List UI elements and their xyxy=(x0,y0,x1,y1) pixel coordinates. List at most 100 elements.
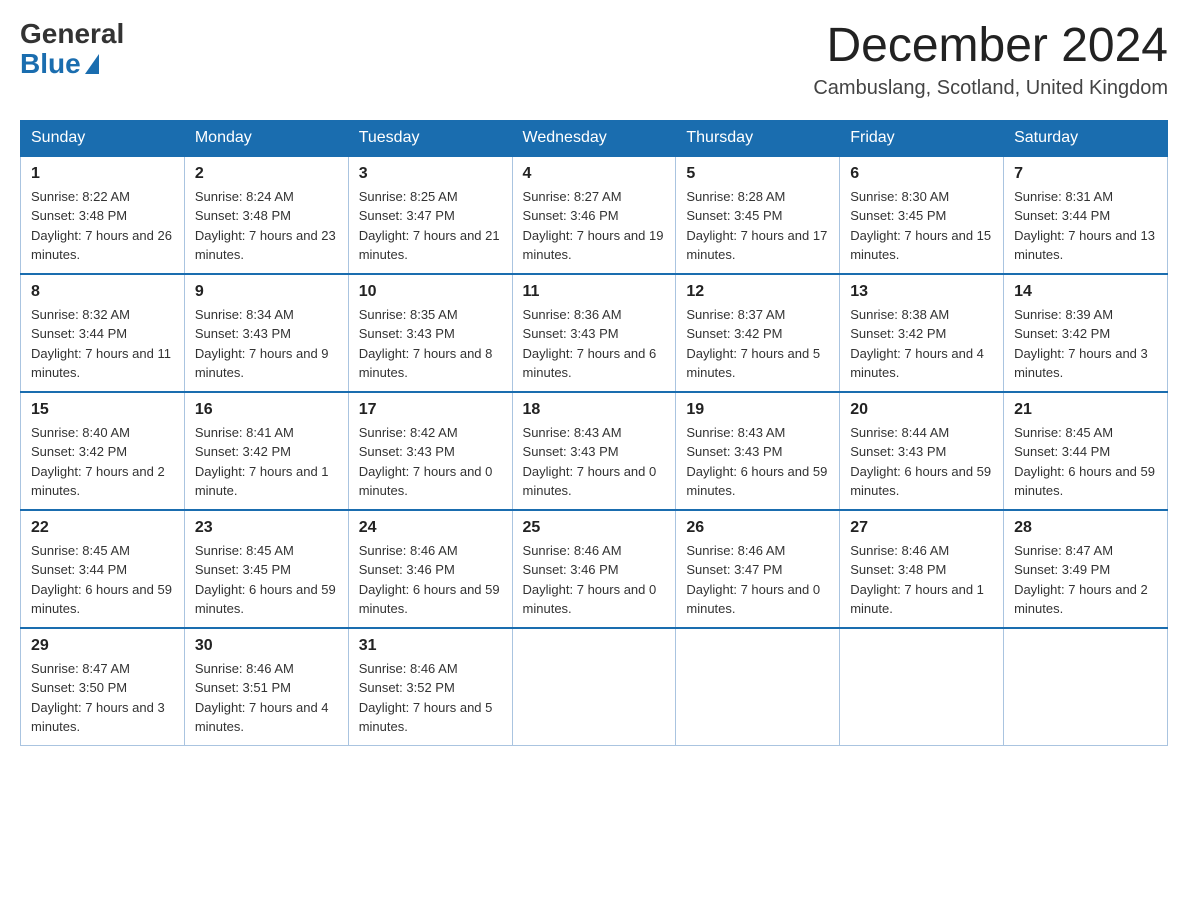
day-info: Sunrise: 8:42 AMSunset: 3:43 PMDaylight:… xyxy=(359,423,502,501)
calendar-week-1: 1 Sunrise: 8:22 AMSunset: 3:48 PMDayligh… xyxy=(21,156,1168,274)
day-info: Sunrise: 8:31 AMSunset: 3:44 PMDaylight:… xyxy=(1014,187,1157,265)
calendar-cell: 17 Sunrise: 8:42 AMSunset: 3:43 PMDaylig… xyxy=(348,392,512,510)
day-info: Sunrise: 8:47 AMSunset: 3:49 PMDaylight:… xyxy=(1014,541,1157,619)
calendar-cell: 15 Sunrise: 8:40 AMSunset: 3:42 PMDaylig… xyxy=(21,392,185,510)
calendar-cell: 29 Sunrise: 8:47 AMSunset: 3:50 PMDaylig… xyxy=(21,628,185,746)
calendar-cell: 11 Sunrise: 8:36 AMSunset: 3:43 PMDaylig… xyxy=(512,274,676,392)
day-number: 21 xyxy=(1014,401,1157,419)
day-number: 23 xyxy=(195,519,338,537)
col-saturday: Saturday xyxy=(1004,120,1168,156)
title-section: December 2024 Cambuslang, Scotland, Unit… xyxy=(813,20,1168,100)
day-info: Sunrise: 8:40 AMSunset: 3:42 PMDaylight:… xyxy=(31,423,174,501)
calendar-cell xyxy=(840,628,1004,746)
logo-triangle-icon xyxy=(85,54,99,74)
calendar-cell: 5 Sunrise: 8:28 AMSunset: 3:45 PMDayligh… xyxy=(676,156,840,274)
day-number: 19 xyxy=(686,401,829,419)
col-tuesday: Tuesday xyxy=(348,120,512,156)
day-info: Sunrise: 8:46 AMSunset: 3:52 PMDaylight:… xyxy=(359,659,502,737)
calendar-week-4: 22 Sunrise: 8:45 AMSunset: 3:44 PMDaylig… xyxy=(21,510,1168,628)
calendar-cell: 21 Sunrise: 8:45 AMSunset: 3:44 PMDaylig… xyxy=(1004,392,1168,510)
day-info: Sunrise: 8:45 AMSunset: 3:44 PMDaylight:… xyxy=(31,541,174,619)
day-number: 18 xyxy=(523,401,666,419)
calendar-cell: 18 Sunrise: 8:43 AMSunset: 3:43 PMDaylig… xyxy=(512,392,676,510)
calendar-cell: 9 Sunrise: 8:34 AMSunset: 3:43 PMDayligh… xyxy=(184,274,348,392)
day-number: 13 xyxy=(850,283,993,301)
day-info: Sunrise: 8:46 AMSunset: 3:46 PMDaylight:… xyxy=(359,541,502,619)
day-info: Sunrise: 8:37 AMSunset: 3:42 PMDaylight:… xyxy=(686,305,829,383)
calendar-table: Sunday Monday Tuesday Wednesday Thursday… xyxy=(20,120,1168,746)
day-info: Sunrise: 8:36 AMSunset: 3:43 PMDaylight:… xyxy=(523,305,666,383)
day-info: Sunrise: 8:38 AMSunset: 3:42 PMDaylight:… xyxy=(850,305,993,383)
day-info: Sunrise: 8:46 AMSunset: 3:51 PMDaylight:… xyxy=(195,659,338,737)
day-info: Sunrise: 8:46 AMSunset: 3:46 PMDaylight:… xyxy=(523,541,666,619)
day-number: 2 xyxy=(195,165,338,183)
day-info: Sunrise: 8:32 AMSunset: 3:44 PMDaylight:… xyxy=(31,305,174,383)
day-number: 27 xyxy=(850,519,993,537)
logo-general-text: General xyxy=(20,20,124,48)
day-number: 17 xyxy=(359,401,502,419)
day-number: 26 xyxy=(686,519,829,537)
location-text: Cambuslang, Scotland, United Kingdom xyxy=(813,77,1168,100)
logo: General Blue xyxy=(20,20,124,80)
day-number: 4 xyxy=(523,165,666,183)
day-info: Sunrise: 8:35 AMSunset: 3:43 PMDaylight:… xyxy=(359,305,502,383)
calendar-week-5: 29 Sunrise: 8:47 AMSunset: 3:50 PMDaylig… xyxy=(21,628,1168,746)
day-number: 3 xyxy=(359,165,502,183)
calendar-cell: 31 Sunrise: 8:46 AMSunset: 3:52 PMDaylig… xyxy=(348,628,512,746)
day-number: 30 xyxy=(195,637,338,655)
day-info: Sunrise: 8:25 AMSunset: 3:47 PMDaylight:… xyxy=(359,187,502,265)
day-info: Sunrise: 8:45 AMSunset: 3:44 PMDaylight:… xyxy=(1014,423,1157,501)
day-number: 31 xyxy=(359,637,502,655)
day-number: 7 xyxy=(1014,165,1157,183)
calendar-header: Sunday Monday Tuesday Wednesday Thursday… xyxy=(21,120,1168,156)
day-number: 12 xyxy=(686,283,829,301)
day-number: 15 xyxy=(31,401,174,419)
day-number: 6 xyxy=(850,165,993,183)
day-number: 10 xyxy=(359,283,502,301)
calendar-cell: 2 Sunrise: 8:24 AMSunset: 3:48 PMDayligh… xyxy=(184,156,348,274)
day-info: Sunrise: 8:30 AMSunset: 3:45 PMDaylight:… xyxy=(850,187,993,265)
day-info: Sunrise: 8:43 AMSunset: 3:43 PMDaylight:… xyxy=(523,423,666,501)
calendar-cell: 19 Sunrise: 8:43 AMSunset: 3:43 PMDaylig… xyxy=(676,392,840,510)
calendar-cell xyxy=(1004,628,1168,746)
calendar-cell xyxy=(676,628,840,746)
day-number: 1 xyxy=(31,165,174,183)
day-info: Sunrise: 8:34 AMSunset: 3:43 PMDaylight:… xyxy=(195,305,338,383)
day-number: 14 xyxy=(1014,283,1157,301)
header-row: Sunday Monday Tuesday Wednesday Thursday… xyxy=(21,120,1168,156)
logo-blue-text: Blue xyxy=(20,48,101,80)
col-monday: Monday xyxy=(184,120,348,156)
day-number: 8 xyxy=(31,283,174,301)
day-info: Sunrise: 8:39 AMSunset: 3:42 PMDaylight:… xyxy=(1014,305,1157,383)
calendar-cell: 8 Sunrise: 8:32 AMSunset: 3:44 PMDayligh… xyxy=(21,274,185,392)
calendar-cell: 30 Sunrise: 8:46 AMSunset: 3:51 PMDaylig… xyxy=(184,628,348,746)
col-thursday: Thursday xyxy=(676,120,840,156)
calendar-cell: 16 Sunrise: 8:41 AMSunset: 3:42 PMDaylig… xyxy=(184,392,348,510)
day-info: Sunrise: 8:45 AMSunset: 3:45 PMDaylight:… xyxy=(195,541,338,619)
calendar-body: 1 Sunrise: 8:22 AMSunset: 3:48 PMDayligh… xyxy=(21,156,1168,746)
page-header: General Blue December 2024 Cambuslang, S… xyxy=(20,20,1168,100)
day-number: 9 xyxy=(195,283,338,301)
calendar-cell: 6 Sunrise: 8:30 AMSunset: 3:45 PMDayligh… xyxy=(840,156,1004,274)
calendar-cell: 27 Sunrise: 8:46 AMSunset: 3:48 PMDaylig… xyxy=(840,510,1004,628)
calendar-cell xyxy=(512,628,676,746)
day-number: 25 xyxy=(523,519,666,537)
calendar-cell: 1 Sunrise: 8:22 AMSunset: 3:48 PMDayligh… xyxy=(21,156,185,274)
calendar-cell: 3 Sunrise: 8:25 AMSunset: 3:47 PMDayligh… xyxy=(348,156,512,274)
calendar-week-2: 8 Sunrise: 8:32 AMSunset: 3:44 PMDayligh… xyxy=(21,274,1168,392)
day-info: Sunrise: 8:27 AMSunset: 3:46 PMDaylight:… xyxy=(523,187,666,265)
calendar-cell: 28 Sunrise: 8:47 AMSunset: 3:49 PMDaylig… xyxy=(1004,510,1168,628)
day-info: Sunrise: 8:43 AMSunset: 3:43 PMDaylight:… xyxy=(686,423,829,501)
calendar-cell: 23 Sunrise: 8:45 AMSunset: 3:45 PMDaylig… xyxy=(184,510,348,628)
calendar-cell: 12 Sunrise: 8:37 AMSunset: 3:42 PMDaylig… xyxy=(676,274,840,392)
calendar-cell: 26 Sunrise: 8:46 AMSunset: 3:47 PMDaylig… xyxy=(676,510,840,628)
day-number: 20 xyxy=(850,401,993,419)
col-friday: Friday xyxy=(840,120,1004,156)
day-info: Sunrise: 8:28 AMSunset: 3:45 PMDaylight:… xyxy=(686,187,829,265)
calendar-cell: 10 Sunrise: 8:35 AMSunset: 3:43 PMDaylig… xyxy=(348,274,512,392)
day-number: 16 xyxy=(195,401,338,419)
month-title: December 2024 xyxy=(813,20,1168,73)
day-number: 29 xyxy=(31,637,174,655)
day-info: Sunrise: 8:47 AMSunset: 3:50 PMDaylight:… xyxy=(31,659,174,737)
day-info: Sunrise: 8:44 AMSunset: 3:43 PMDaylight:… xyxy=(850,423,993,501)
